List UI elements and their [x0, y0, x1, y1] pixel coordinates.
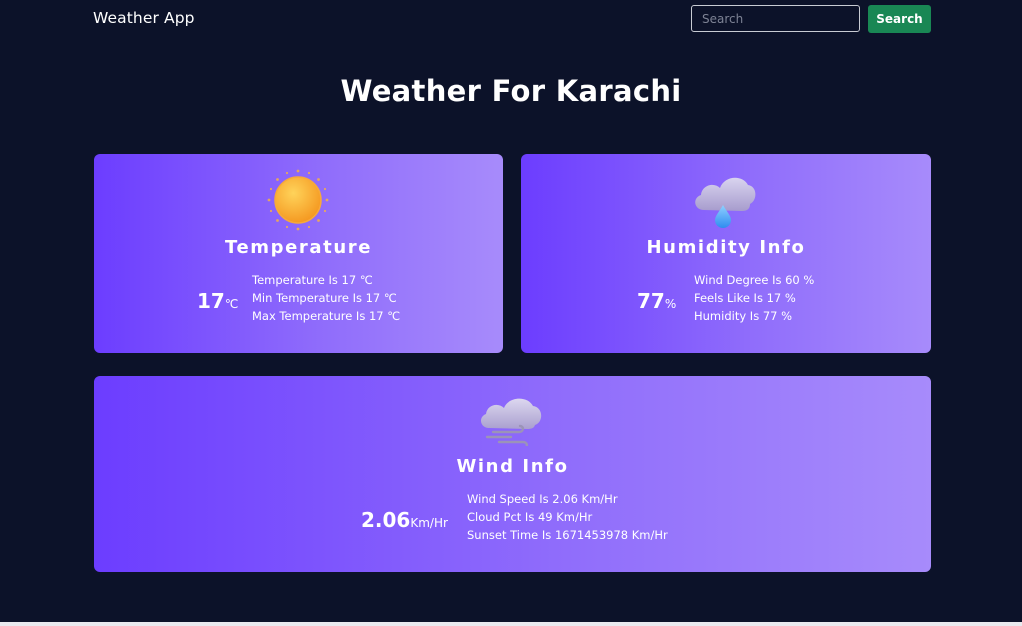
detail-item: Feels Like Is 17 % — [694, 291, 796, 305]
cloud-wind-icon — [480, 398, 542, 446]
detail-item: Humidity Is 77 % — [694, 309, 793, 323]
detail-item: Min Temperature Is 17 ℃ — [252, 291, 397, 305]
detail-item: Wind Degree Is 60 % — [694, 273, 815, 287]
temperature-details: Temperature Is 17 ℃ Min Temperature Is 1… — [252, 271, 400, 325]
horizontal-scrollbar[interactable] — [0, 622, 1022, 626]
detail-item: Wind Speed Is 2.06 Km/Hr — [467, 492, 618, 506]
wind-title: Wind Info — [456, 456, 569, 477]
search-input[interactable] — [691, 5, 860, 32]
wind-card: Wind Info 2.06Km/Hr Wind Speed Is 2.06 K… — [94, 376, 931, 572]
wind-value: 2.06Km/Hr — [361, 508, 448, 532]
humidity-card: Humidity Info 77% Wind Degree Is 60 % Fe… — [521, 154, 931, 353]
humidity-unit: % — [664, 297, 677, 311]
detail-item: Temperature Is 17 ℃ — [252, 273, 373, 287]
temperature-title: Temperature — [224, 237, 373, 258]
humidity-title: Humidity Info — [646, 237, 806, 258]
temperature-value: 17℃ — [197, 289, 238, 313]
navbar: Weather App Search — [0, 0, 1022, 38]
wind-unit: Km/Hr — [410, 516, 448, 530]
temperature-number: 17 — [197, 289, 225, 313]
sun-icon — [267, 169, 329, 231]
humidity-number: 77 — [637, 289, 665, 313]
page-title: Weather For Karachi — [340, 74, 682, 108]
temperature-card: Temperature 17℃ Temperature Is 17 ℃ Min … — [94, 154, 503, 353]
detail-item: Max Temperature Is 17 ℃ — [252, 309, 401, 323]
humidity-details: Wind Degree Is 60 % Feels Like Is 17 % H… — [694, 271, 814, 325]
detail-item: Cloud Pct Is 49 Km/Hr — [467, 510, 593, 524]
detail-item: Sunset Time Is 1671453978 Km/Hr — [467, 528, 668, 542]
cloud-rain-icon — [695, 177, 756, 228]
temperature-unit: ℃ — [224, 297, 239, 311]
app-brand[interactable]: Weather App — [93, 9, 195, 27]
wind-number: 2.06 — [361, 508, 411, 532]
search-button[interactable]: Search — [868, 5, 931, 33]
wind-details: Wind Speed Is 2.06 Km/Hr Cloud Pct Is 49… — [467, 490, 668, 544]
humidity-value: 77% — [637, 289, 676, 313]
